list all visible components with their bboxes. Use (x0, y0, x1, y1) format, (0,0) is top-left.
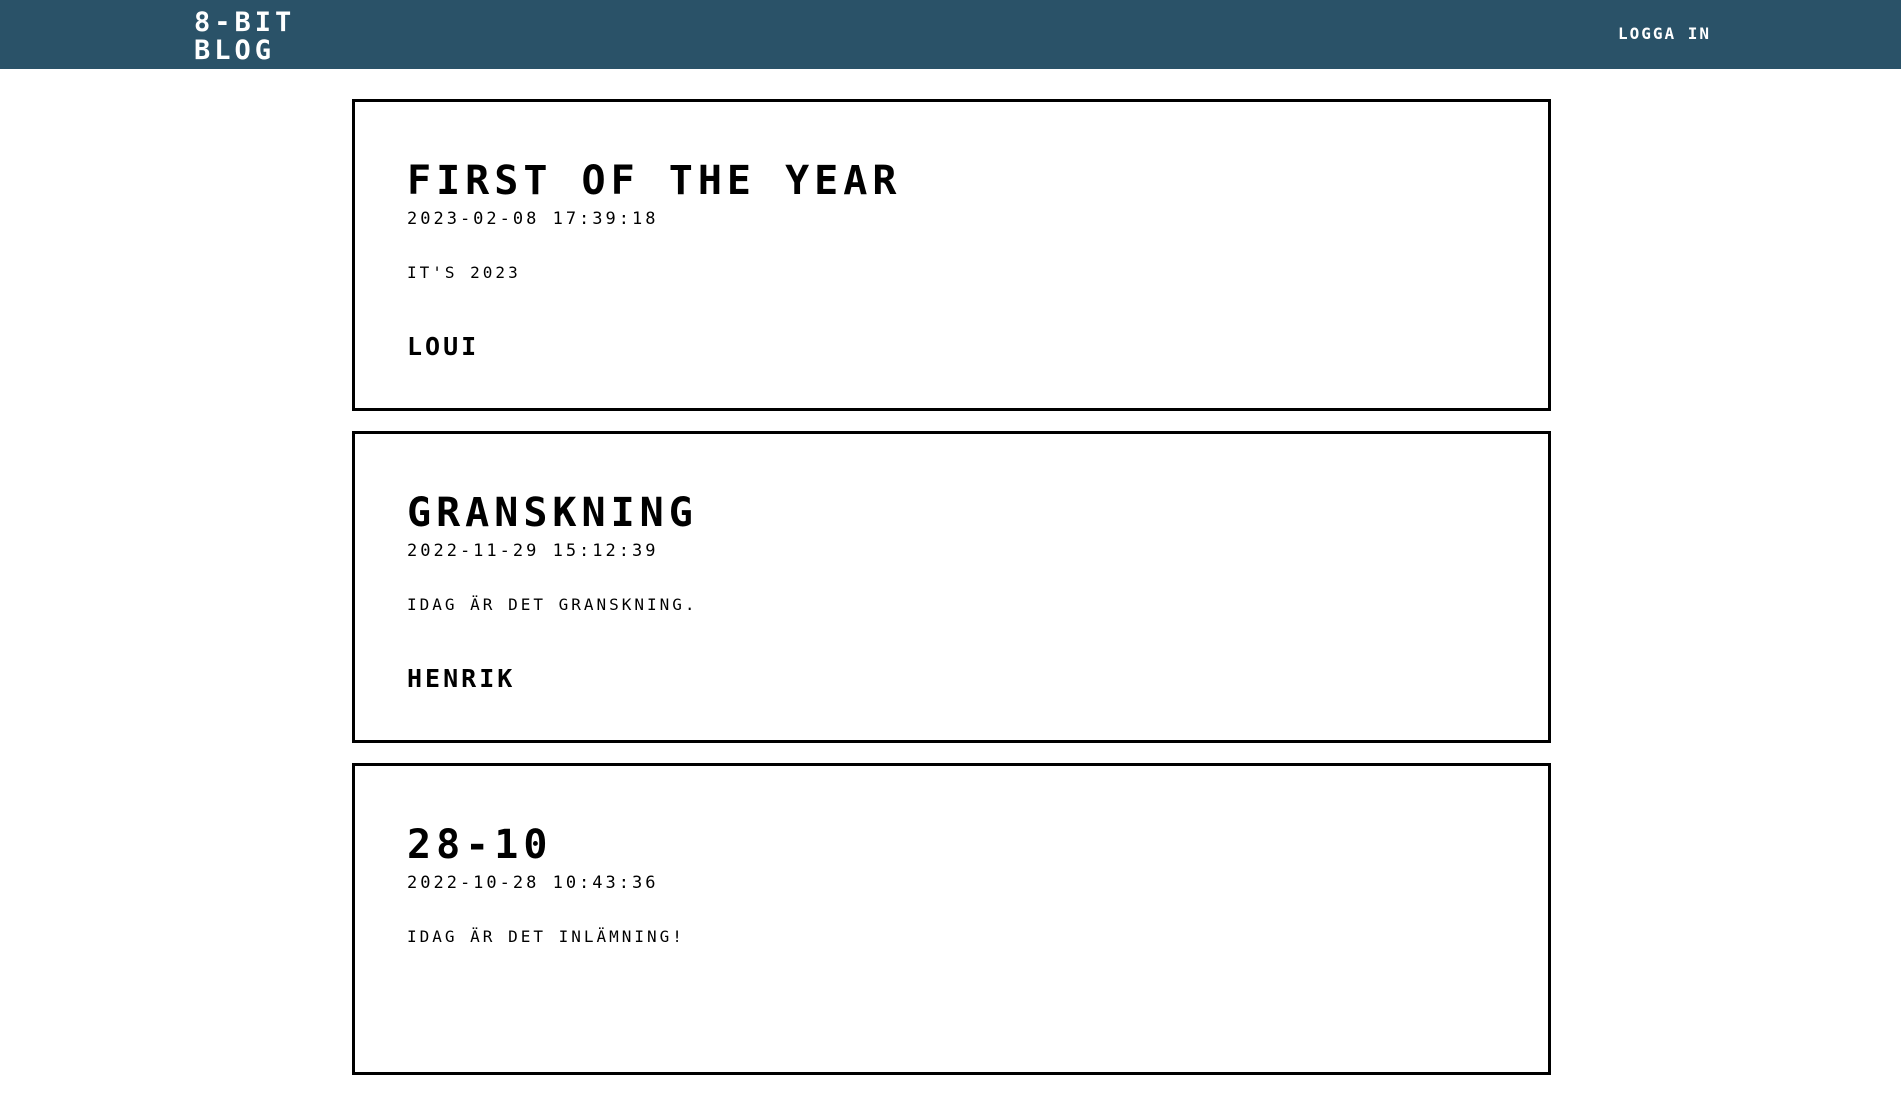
post-author: LOUI (407, 332, 480, 361)
post-date: 2022-10-28 10:43:36 (407, 873, 659, 893)
logo-line-2: BLOG (194, 35, 276, 66)
post-title: FIRST OF THE YEAR (407, 158, 902, 204)
post-card: FIRST OF THE YEAR 2023-02-08 17:39:18 IT… (352, 99, 1551, 411)
post-body: IDAG ÄR DET INLÄMNING! (407, 927, 685, 946)
post-title: GRANSKNING (407, 490, 698, 536)
post-title: 28-10 (407, 822, 553, 868)
site-logo-link[interactable]: 8-BIT BLOG (194, 9, 295, 65)
post-author: HENRIK (407, 664, 516, 693)
post-card: 28-10 2022-10-28 10:43:36 IDAG ÄR DET IN… (352, 763, 1551, 1075)
logo-line-1: 8-BIT (194, 7, 296, 38)
post-card: GRANSKNING 2022-11-29 15:12:39 IDAG ÄR D… (352, 431, 1551, 743)
post-date: 2023-02-08 17:39:18 (407, 209, 659, 229)
post-body: IDAG ÄR DET GRANSKNING. (407, 595, 698, 614)
top-navigation-bar: 8-BIT BLOG LOGGA IN (0, 0, 1901, 69)
post-date: 2022-11-29 15:12:39 (407, 541, 659, 561)
post-body: IT'S 2023 (407, 263, 521, 282)
post-list: FIRST OF THE YEAR 2023-02-08 17:39:18 IT… (352, 99, 1551, 1095)
login-link[interactable]: LOGGA IN (1618, 24, 1711, 43)
